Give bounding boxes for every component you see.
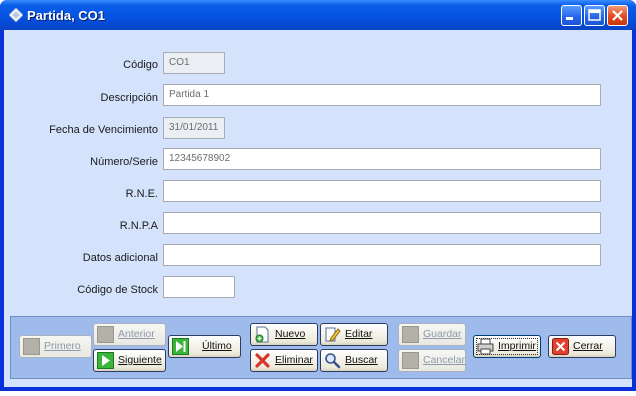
eliminar-label: Eliminar (275, 354, 313, 366)
datos-label: Datos adicional (82, 252, 158, 264)
primero-label: Primero (44, 340, 81, 352)
rne-field[interactable] (163, 180, 601, 202)
vencimiento-field[interactable]: 31/01/2011 (163, 117, 225, 139)
previous-record-icon (97, 326, 114, 343)
new-document-icon (255, 326, 269, 343)
editar-button[interactable]: Editar (320, 323, 388, 346)
buscar-button[interactable]: Buscar (320, 349, 388, 372)
cancelar-label: Cancelar (423, 354, 466, 366)
title-bar[interactable]: Partida, CO1 (0, 0, 636, 30)
serie-field[interactable]: 12345678902 (163, 148, 601, 170)
eliminar-button[interactable]: Eliminar (250, 349, 318, 372)
descripcion-label: Descripción (100, 92, 158, 104)
window-title: Partida, CO1 (27, 8, 106, 23)
search-icon (325, 353, 341, 369)
save-icon (402, 326, 419, 343)
last-record-icon (172, 338, 189, 355)
printer-icon (477, 338, 494, 355)
editar-label: Editar (345, 328, 373, 340)
vencimiento-label: Fecha de Vencimiento (49, 124, 158, 136)
buscar-label: Buscar (345, 354, 378, 366)
guardar-button[interactable]: Guardar (398, 323, 466, 346)
nuevo-label: Nuevo (275, 328, 306, 340)
edit-pencil-icon (325, 327, 341, 342)
close-window-button[interactable] (607, 5, 628, 26)
cancel-icon (402, 352, 419, 369)
primero-button[interactable]: Primero (19, 335, 92, 358)
codigo-label: Código (123, 59, 158, 71)
serie-label: Número/Serie (90, 156, 158, 168)
siguiente-label: Siguiente (118, 354, 162, 366)
stock-field[interactable] (163, 276, 235, 298)
cancelar-button[interactable]: Cancelar (398, 349, 466, 372)
close-icon (552, 338, 569, 355)
form-panel: Código CO1 Descripción Partida 1 Fecha d… (4, 30, 632, 387)
first-record-icon (23, 338, 40, 355)
guardar-label: Guardar (423, 328, 462, 340)
imprimir-label: Imprimir (498, 340, 536, 352)
anterior-button[interactable]: Anterior (93, 323, 166, 346)
delete-x-icon (255, 353, 270, 368)
minimize-icon (566, 17, 573, 20)
close-icon (612, 10, 623, 21)
cerrar-label: Cerrar (573, 340, 603, 352)
anterior-label: Anterior (118, 328, 155, 340)
datos-field[interactable] (163, 244, 601, 266)
imprimir-button[interactable]: Imprimir (473, 335, 541, 358)
diamond-app-icon (9, 8, 23, 22)
codigo-field[interactable]: CO1 (163, 52, 225, 74)
app-window: Partida, CO1 Código CO1 Descripción Part… (0, 0, 636, 391)
rnpa-label: R.N.P.A (119, 220, 158, 232)
rne-label: R.N.E. (125, 188, 158, 200)
maximize-button[interactable] (584, 5, 605, 26)
button-bar: Primero Anterior Siguiente Último Nuevo … (10, 316, 632, 379)
ultimo-label: Último (202, 340, 232, 352)
siguiente-button[interactable]: Siguiente (93, 349, 166, 372)
minimize-button[interactable] (561, 5, 582, 26)
rnpa-field[interactable] (163, 212, 601, 234)
nuevo-button[interactable]: Nuevo (250, 323, 318, 346)
cerrar-button[interactable]: Cerrar (548, 335, 616, 358)
ultimo-button[interactable]: Último (168, 335, 241, 358)
play-next-icon (97, 352, 114, 369)
descripcion-field[interactable]: Partida 1 (163, 84, 601, 106)
stock-label: Código de Stock (77, 284, 158, 296)
maximize-icon (588, 9, 601, 21)
